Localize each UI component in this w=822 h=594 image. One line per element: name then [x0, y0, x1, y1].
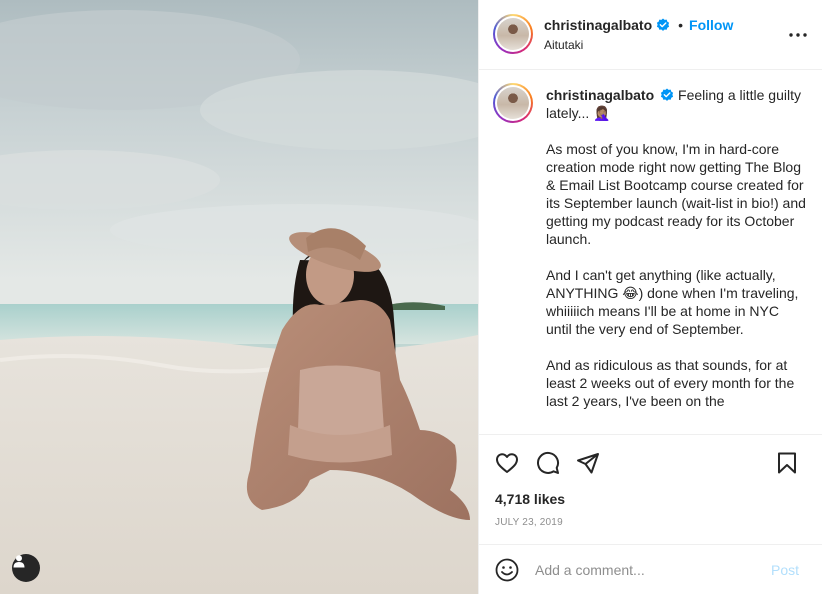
user-tag-icon	[13, 555, 25, 568]
post-location[interactable]: Aitutaki	[544, 38, 583, 52]
user-tag-button[interactable]	[12, 554, 40, 582]
more-horizontal-icon	[789, 33, 807, 37]
author-avatar[interactable]	[493, 14, 533, 54]
comment-icon	[537, 451, 560, 474]
post-header: christinagalbato • Follow Aitutaki	[479, 0, 822, 70]
caption-paragraph-3: And I can't get anything (like actually,…	[546, 267, 799, 337]
caption-text: christinagalbato Feeling a little guilty…	[546, 86, 808, 428]
follow-button[interactable]: Follow	[689, 17, 733, 33]
add-comment-section: Post	[479, 544, 822, 594]
likes-count[interactable]: 4,718 likes	[495, 491, 565, 507]
bookmark-icon	[778, 452, 796, 474]
post-side-panel: christinagalbato • Follow Aitutaki chris…	[478, 0, 822, 594]
caption-section: christinagalbato Feeling a little guilty…	[479, 71, 822, 434]
smiley-icon[interactable]	[495, 558, 519, 582]
post-date[interactable]: JULY 23, 2019	[495, 517, 563, 528]
comment-button[interactable]	[535, 450, 561, 476]
caption-paragraph-4: And as ridiculous as that sounds, for at…	[546, 357, 795, 409]
more-options-button[interactable]	[787, 24, 809, 46]
beach-photo-illustration	[0, 0, 478, 594]
verified-badge-icon	[657, 18, 670, 31]
separator-dot: •	[678, 17, 684, 33]
caption-paragraph-2: As most of you know, I'm in hard-core cr…	[546, 141, 806, 247]
paper-plane-icon	[577, 453, 599, 474]
caption-username[interactable]: christinagalbato	[546, 87, 654, 103]
verified-badge-icon	[661, 88, 674, 101]
heart-icon	[496, 453, 518, 473]
like-button[interactable]	[494, 450, 520, 476]
post-actions: 4,718 likes JULY 23, 2019	[479, 434, 822, 544]
author-username[interactable]: christinagalbato	[544, 17, 652, 33]
post-photo[interactable]	[0, 0, 478, 594]
caption-author-avatar[interactable]	[493, 83, 533, 123]
comment-input[interactable]	[535, 558, 755, 582]
caption-paragraph-1: christinagalbato Feeling a little guilty…	[546, 86, 808, 122]
post-comment-button[interactable]: Post	[771, 562, 799, 578]
save-button[interactable]	[774, 450, 800, 476]
share-button[interactable]	[575, 450, 601, 476]
author-line: christinagalbato • Follow	[544, 17, 733, 33]
